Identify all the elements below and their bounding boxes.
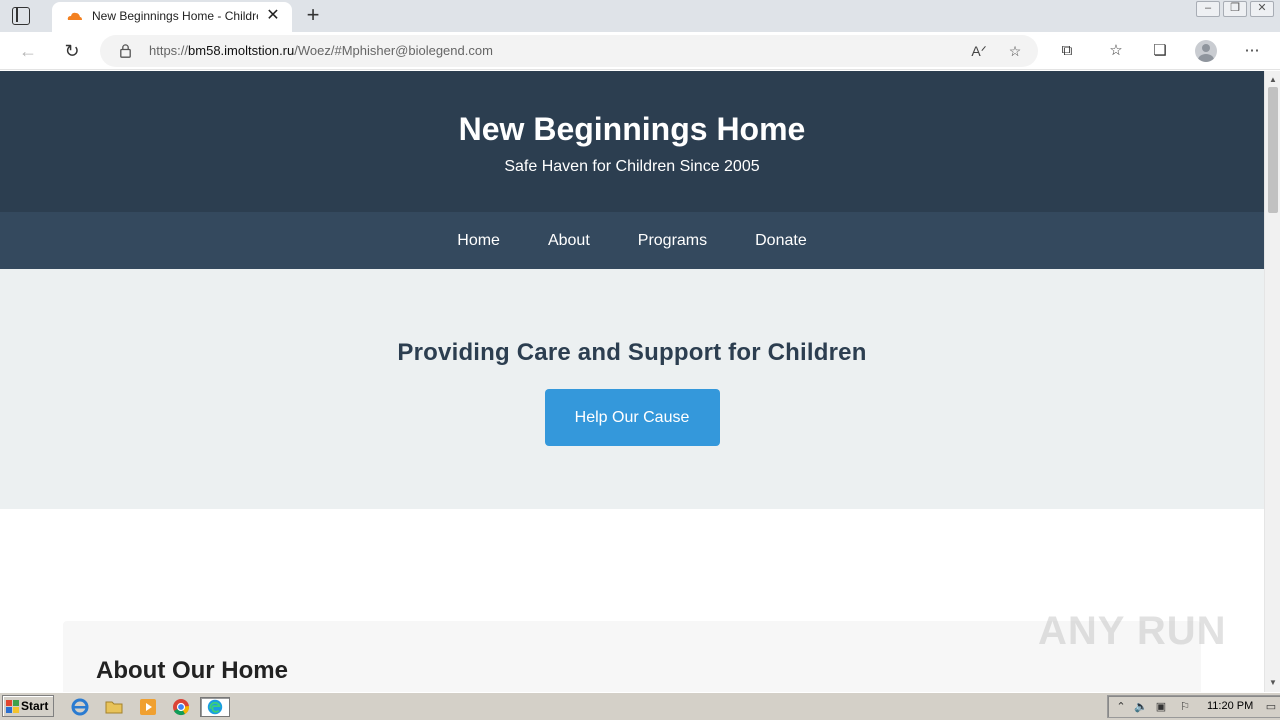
back-arrow-icon[interactable]: ← xyxy=(17,40,39,62)
tab-bar: New Beginnings Home - Children's Home ✕ … xyxy=(0,0,1280,32)
browser-toolbar: ← ↻ https://bm58.imoltstion.ru/Woez/#Mph… xyxy=(0,32,1280,70)
close-window-button[interactable]: ✕ xyxy=(1250,1,1274,17)
show-hidden-icons-icon[interactable]: ⌃ xyxy=(1114,700,1128,714)
url-path: /Woez/#Mphisher@biolegend.com xyxy=(294,43,493,58)
nav-link-donate[interactable]: Donate xyxy=(755,232,807,250)
new-tab-button[interactable]: + xyxy=(302,4,324,26)
edge-taskbar-button[interactable] xyxy=(200,697,230,717)
tab-title: New Beginnings Home - Children's Home xyxy=(92,9,258,23)
favorites-icon[interactable]: ☆ xyxy=(1106,41,1126,61)
hero-section: Providing Care and Support for Children … xyxy=(0,269,1264,509)
minimize-button[interactable]: ‒ xyxy=(1196,1,1220,17)
site-nav: Home About Programs Donate xyxy=(0,212,1264,269)
start-label: Start xyxy=(21,699,49,713)
vertical-scrollbar[interactable]: ▲ ▼ xyxy=(1264,71,1280,692)
tab-actions-icon[interactable] xyxy=(12,7,30,25)
scroll-up-arrow-icon[interactable]: ▲ xyxy=(1265,73,1280,87)
scroll-down-arrow-icon[interactable]: ▼ xyxy=(1265,676,1280,690)
network-icon[interactable]: ▣ xyxy=(1154,700,1168,714)
url-prefix: https:// xyxy=(149,43,189,58)
url-text[interactable]: https://bm58.imoltstion.ru/Woez/#Mphishe… xyxy=(149,43,493,58)
cloudflare-favicon-icon xyxy=(67,12,82,20)
site-header: New Beginnings Home Safe Haven for Child… xyxy=(0,71,1264,212)
page-viewport: New Beginnings Home Safe Haven for Child… xyxy=(0,71,1264,692)
nav-link-programs[interactable]: Programs xyxy=(638,232,707,250)
address-bar[interactable]: https://bm58.imoltstion.ru/Woez/#Mphishe… xyxy=(100,35,1038,67)
anyrun-watermark: ANY RUN xyxy=(1038,609,1227,653)
folder-icon[interactable] xyxy=(104,697,124,717)
add-favorite-icon[interactable]: ☆ xyxy=(1006,42,1024,60)
site-tagline: Safe Haven for Children Since 2005 xyxy=(504,158,760,175)
tab-close-icon[interactable]: ✕ xyxy=(264,7,282,25)
nav-link-about[interactable]: About xyxy=(548,232,590,250)
action-center-flag-icon[interactable]: ⚐ xyxy=(1178,700,1192,714)
collections-icon[interactable]: ❏ xyxy=(1150,41,1170,61)
help-our-cause-button[interactable]: Help Our Cause xyxy=(544,389,720,446)
restore-button[interactable]: ❐ xyxy=(1223,1,1247,17)
system-tray: ⌃ 🔈 ▣ ⚐ 11:20 PM ▭ xyxy=(1107,695,1280,718)
more-menu-icon[interactable]: ⋯ xyxy=(1242,41,1262,61)
refresh-icon[interactable]: ↻ xyxy=(61,40,83,62)
site-title: New Beginnings Home xyxy=(458,111,806,147)
profile-avatar[interactable] xyxy=(1195,40,1217,62)
ie-icon[interactable] xyxy=(70,697,90,717)
volume-icon[interactable]: 🔈 xyxy=(1134,700,1148,714)
edge-icon xyxy=(207,699,223,715)
read-aloud-icon[interactable]: Aᐟ xyxy=(970,42,988,60)
scrollbar-thumb[interactable] xyxy=(1268,87,1278,213)
about-title: About Our Home xyxy=(96,657,288,684)
chrome-icon[interactable] xyxy=(171,697,191,717)
taskbar-clock[interactable]: 11:20 PM xyxy=(1207,700,1253,712)
nav-link-home[interactable]: Home xyxy=(457,232,500,250)
media-player-icon[interactable] xyxy=(138,697,158,717)
windows-flag-icon xyxy=(6,700,19,713)
taskbar: Start ⌃ 🔈 ▣ ⚐ 11:20 PM ▭ xyxy=(0,692,1280,720)
url-host: bm58.imoltstion.ru xyxy=(188,43,295,58)
active-tab[interactable]: New Beginnings Home - Children's Home ✕ xyxy=(52,2,292,32)
start-button[interactable]: Start xyxy=(2,695,54,717)
show-desktop-icon[interactable]: ▭ xyxy=(1264,700,1278,714)
lock-icon xyxy=(120,44,131,58)
extensions-icon[interactable]: ⧉ xyxy=(1057,41,1077,61)
hero-title: Providing Care and Support for Children xyxy=(397,339,867,366)
window-controls: ‒ ❐ ✕ xyxy=(1193,1,1274,17)
about-section: About Our Home xyxy=(63,621,1201,692)
